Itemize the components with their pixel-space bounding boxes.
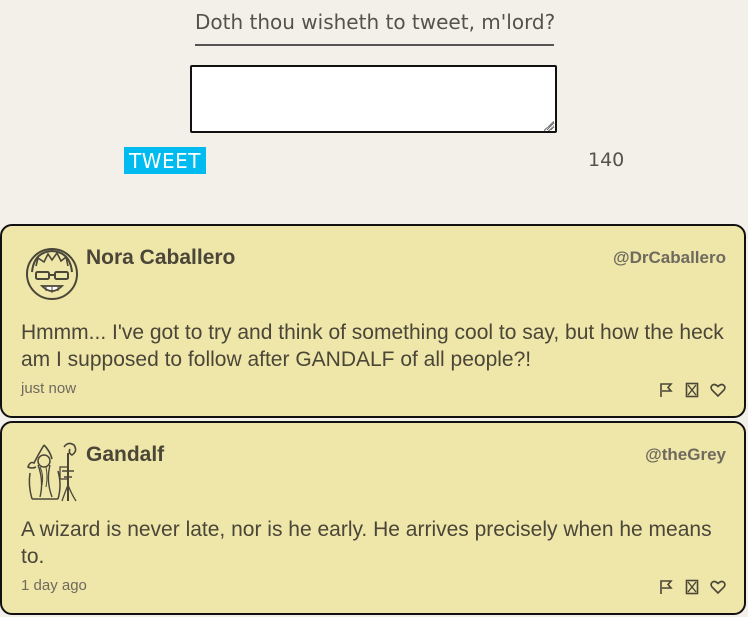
tweet-timestamp: just now (21, 380, 77, 397)
tweet-timestamp: 1 day ago (21, 577, 87, 594)
character-counter: 140 (588, 149, 625, 171)
tweet-card: Gandalf @theGrey A wizard is never late,… (0, 421, 746, 615)
tweet-composer: Doth thou wisheth to tweet, m'lord? TWEE… (0, 0, 748, 220)
tweet-author-handle[interactable]: @DrCaballero (613, 248, 726, 268)
tweet-author-name[interactable]: Gandalf (86, 443, 164, 467)
tweet-button[interactable]: TWEET (124, 147, 206, 174)
retweet-icon[interactable] (684, 579, 700, 595)
tweet-card: Nora Caballero @DrCaballero Hmmm... I've… (0, 224, 746, 418)
tweet-actions (658, 382, 726, 398)
compose-prompt: Doth thou wisheth to tweet, m'lord? (195, 10, 555, 46)
flag-icon[interactable] (658, 579, 674, 595)
tweet-input[interactable] (190, 65, 557, 133)
tweet-author-name[interactable]: Nora Caballero (86, 246, 235, 270)
heart-icon[interactable] (710, 579, 726, 595)
heart-icon[interactable] (710, 382, 726, 398)
flag-icon[interactable] (658, 382, 674, 398)
tweet-author-handle[interactable]: @theGrey (645, 445, 726, 465)
tweet-actions (658, 579, 726, 595)
tweet-text: A wizard is never late, nor is he early.… (21, 518, 712, 568)
retweet-icon[interactable] (684, 382, 700, 398)
tweet-text: Hmmm... I've got to try and think of som… (21, 321, 724, 371)
hacker-avatar-icon (24, 244, 80, 306)
wizard-avatar-icon (24, 441, 80, 503)
